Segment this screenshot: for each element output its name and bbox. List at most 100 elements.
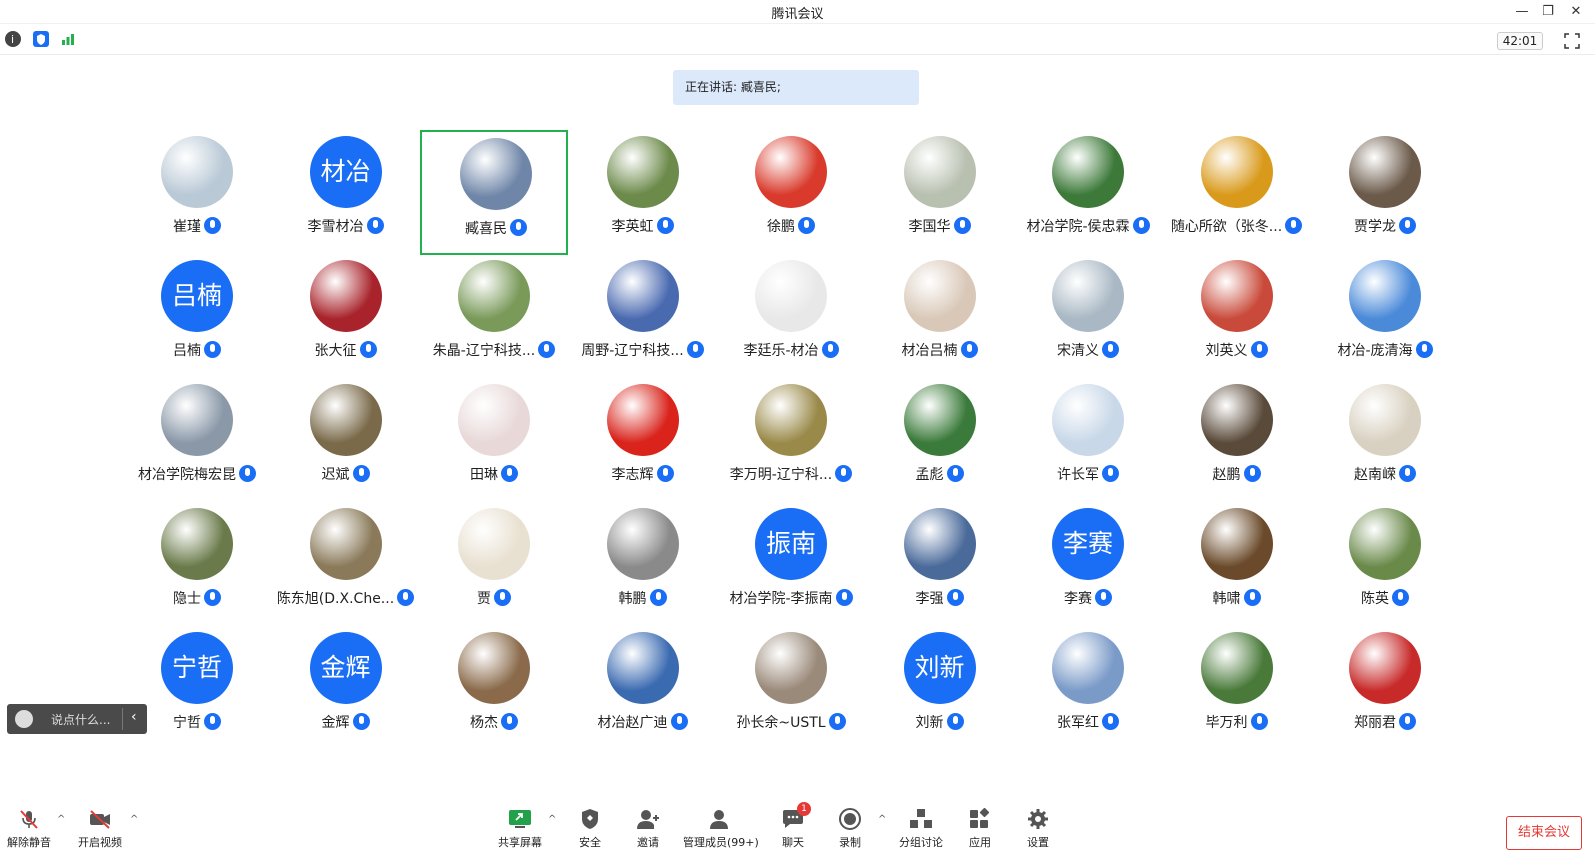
participant-tile[interactable]: 材冶学院-侯忠霖 (1014, 130, 1162, 255)
participant-tile[interactable]: 宋清义 (1014, 254, 1162, 379)
mic-icon (946, 465, 964, 482)
mic-icon (649, 589, 667, 606)
participant-name-text: 崔瑾 (173, 219, 201, 235)
avatar (1052, 260, 1124, 332)
participant-tile[interactable]: 振南 材冶学院-李振南 (717, 502, 865, 627)
avatar (161, 384, 233, 456)
share-screen-button[interactable]: 共享屏幕 (494, 808, 546, 856)
signal-icon[interactable] (60, 31, 76, 47)
participant-tile[interactable]: 李志辉 (569, 378, 717, 503)
participant-tile[interactable]: 徐鹏 (717, 130, 865, 255)
apps-label: 应用 (969, 836, 991, 849)
participant-name-text: 赵鹏 (1212, 467, 1241, 483)
participant-tile[interactable]: 张大征 (272, 254, 420, 379)
shield-icon[interactable] (33, 31, 49, 47)
manage-members-button[interactable]: 管理成员(99+) (683, 808, 759, 856)
audio-options-chevron-icon[interactable]: ^ (57, 814, 65, 825)
participant-tile[interactable]: 郑丽君 (1311, 626, 1459, 730)
participant-tile[interactable]: 材冶-庞清海 (1311, 254, 1459, 379)
participant-tile[interactable]: 陈英 (1311, 502, 1459, 627)
start-video-label: 开启视频 (78, 836, 122, 849)
participant-tile[interactable]: 材冶赵广迪 (569, 626, 717, 730)
participant-tile[interactable]: 杨杰 (420, 626, 568, 730)
participant-tile[interactable]: 隐士 (123, 502, 271, 627)
participant-tile[interactable]: 李万明-辽宁科... (717, 378, 865, 503)
participant-name: 陈英 (1311, 588, 1459, 608)
settings-button[interactable]: 设置 (1018, 808, 1058, 856)
breakout-icon (909, 808, 933, 830)
participant-name-text: 迟斌 (321, 467, 350, 483)
participant-tile[interactable]: 金辉 金辉 (272, 626, 420, 730)
participant-tile[interactable]: 李廷乐-材冶 (717, 254, 865, 379)
fullscreen-icon[interactable] (1563, 32, 1581, 50)
mic-icon (352, 713, 370, 730)
participant-name-text: 许长军 (1057, 467, 1099, 483)
participant-tile[interactable]: 贾 (420, 502, 568, 627)
participant-tile[interactable]: 刘英义 (1163, 254, 1311, 379)
participant-tile[interactable]: 韩啸 (1163, 502, 1311, 627)
participant-tile[interactable]: 田琳 (420, 378, 568, 503)
participant-tile[interactable]: 朱晶-辽宁科技... (420, 254, 568, 379)
participant-tile[interactable]: 许长军 (1014, 378, 1162, 503)
info-icon[interactable]: i (5, 31, 21, 47)
participant-name-text: 赵南嵘 (1354, 467, 1396, 483)
participant-tile[interactable]: 李英虹 (569, 130, 717, 255)
participant-tile[interactable]: 吕楠 吕楠 (123, 254, 271, 379)
record-button[interactable]: 录制 (830, 808, 870, 856)
participant-tile[interactable]: 毕万利 (1163, 626, 1311, 730)
invite-person-icon (636, 808, 660, 830)
chat-button[interactable]: 1 聊天 (773, 802, 813, 856)
record-options-chevron-icon[interactable]: ^ (878, 814, 886, 825)
video-options-chevron-icon[interactable]: ^ (130, 814, 138, 825)
participant-tile[interactable]: 材冶吕楠 (866, 254, 1014, 379)
participant-name-text: 田琳 (470, 467, 498, 483)
mic-icon (1399, 713, 1416, 730)
mic-icon (946, 589, 964, 606)
security-button[interactable]: 安全 (570, 808, 610, 856)
restore-button[interactable]: ❐ (1533, 2, 1563, 22)
participant-name-text: 材冶学院-侯忠霖 (1026, 219, 1130, 235)
svg-text:i: i (11, 33, 14, 46)
participant-tile[interactable]: 韩鹏 (569, 502, 717, 627)
participant-tile[interactable]: 材冶学院梅宏昆 (123, 378, 271, 503)
avatar (606, 632, 679, 704)
participant-tile[interactable]: 李强 (866, 502, 1014, 627)
participant-name-text: 朱晶-辽宁科技... (432, 343, 536, 359)
emoji-icon[interactable] (15, 710, 33, 728)
start-video-button[interactable]: 开启视频 (75, 808, 125, 856)
participant-tile[interactable]: 李国华 (866, 130, 1014, 255)
share-options-chevron-icon[interactable]: ^ (548, 814, 556, 825)
participant-tile[interactable]: 随心所欲（张冬... (1163, 130, 1311, 255)
participant-tile[interactable]: 臧喜民 (420, 130, 568, 255)
participant-name: 李廷乐-材冶 (717, 340, 865, 360)
participant-name: 赵南嵘 (1311, 464, 1459, 484)
avatar (1349, 508, 1421, 580)
participant-tile[interactable]: 陈东旭(D.X.Che... (272, 502, 420, 627)
participant-name-text: 徐鹏 (767, 219, 795, 235)
close-button[interactable]: ✕ (1561, 2, 1591, 22)
participant-name: 材冶赵广迪 (569, 712, 717, 730)
participant-tile[interactable]: 赵南嵘 (1311, 378, 1459, 503)
end-meeting-button[interactable]: 结束会议 (1506, 816, 1582, 850)
participant-tile[interactable]: 贾学龙 (1311, 130, 1459, 255)
participant-tile[interactable]: 孙长余~USTL (717, 626, 865, 730)
participant-tile[interactable]: 崔瑾 (123, 130, 271, 255)
participant-tile[interactable]: 张军红 (1014, 626, 1162, 730)
invite-button[interactable]: 邀请 (628, 808, 668, 856)
participant-tile[interactable]: 材冶 李雪材冶 (272, 130, 420, 255)
security-shield-icon (578, 808, 602, 830)
participant-tile[interactable]: 赵鹏 (1163, 378, 1311, 503)
participant-tile[interactable]: 刘新 刘新 (866, 626, 1014, 730)
participant-name-text: 宋清义 (1057, 343, 1099, 359)
collapse-chevron-icon[interactable]: ‹ (131, 709, 137, 725)
apps-button[interactable]: 应用 (960, 807, 1000, 856)
participant-tile[interactable]: 李赛 李赛 (1014, 502, 1162, 627)
unmute-button[interactable]: 解除静音 (4, 808, 54, 856)
chat-quick-input[interactable]: 说点什么... ‹ (7, 704, 147, 734)
avatar-initials: 刘新 (903, 632, 976, 704)
participant-tile[interactable]: 迟斌 (272, 378, 420, 503)
mic-icon (686, 341, 704, 358)
breakout-button[interactable]: 分组讨论 (896, 808, 946, 856)
participant-tile[interactable]: 周野-辽宁科技... (569, 254, 717, 379)
participant-tile[interactable]: 孟彪 (866, 378, 1014, 503)
